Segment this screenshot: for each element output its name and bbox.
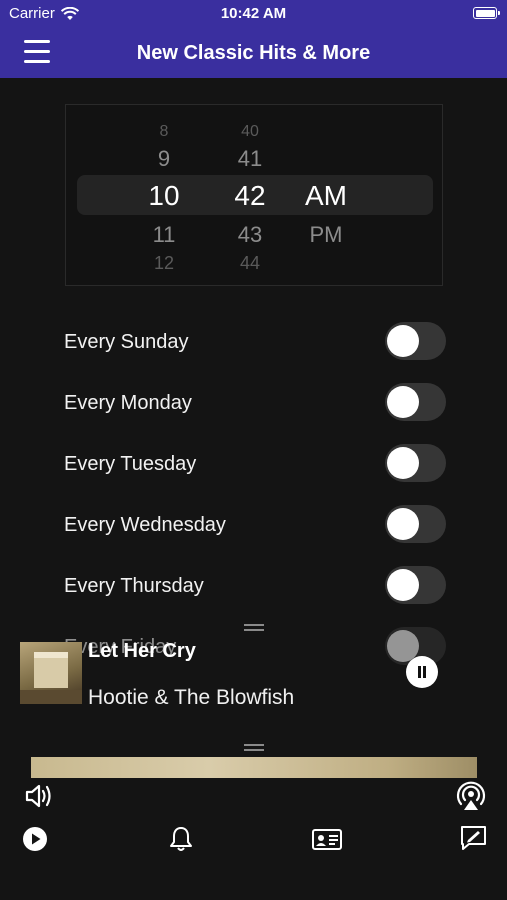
nav-bar: New Classic Hits & More xyxy=(0,28,507,78)
drag-handle-icon[interactable] xyxy=(244,744,264,751)
toggle-row-sunday: Every Sunday xyxy=(0,311,507,372)
minute-option[interactable]: 44 xyxy=(222,253,278,274)
minute-option-selected[interactable]: 42 xyxy=(222,180,278,212)
toggle-label: Every Tuesday xyxy=(64,453,197,475)
period-option-selected[interactable]: AM xyxy=(296,180,356,212)
period-wheel[interactable]: AM PM xyxy=(296,105,356,285)
contact-card-icon[interactable] xyxy=(312,827,342,851)
toggle-label: Every Sunday xyxy=(64,331,189,353)
play-tab-icon[interactable] xyxy=(22,826,48,852)
tuesday-toggle[interactable] xyxy=(385,444,446,482)
artist-name: Hootie & The Blowfish xyxy=(88,686,295,709)
hour-option[interactable]: 9 xyxy=(136,146,192,172)
monday-toggle[interactable] xyxy=(385,383,446,421)
toggle-row-thursday: Every Thursday xyxy=(0,555,507,616)
wednesday-toggle[interactable] xyxy=(385,505,446,543)
song-title: Let Her Cry xyxy=(88,640,196,662)
thursday-toggle[interactable] xyxy=(385,566,446,604)
album-art[interactable] xyxy=(20,642,82,704)
period-option[interactable]: PM xyxy=(296,222,356,248)
toggle-label: Every Wednesday xyxy=(64,514,226,536)
alarm-bell-icon[interactable] xyxy=(169,826,193,852)
pause-icon[interactable] xyxy=(406,656,438,688)
toggle-row-tuesday: Every Tuesday xyxy=(0,433,507,494)
hour-option[interactable]: 12 xyxy=(136,253,192,274)
airplay-icon[interactable] xyxy=(455,780,487,812)
toggle-label: Every Thursday xyxy=(64,575,204,597)
minute-option[interactable]: 41 xyxy=(222,146,278,172)
speaker-icon[interactable] xyxy=(24,781,54,811)
hour-option[interactable]: 11 xyxy=(136,222,192,248)
hour-option[interactable]: 8 xyxy=(136,123,192,141)
status-time: 10:42 AM xyxy=(220,5,287,22)
message-icon[interactable] xyxy=(460,825,487,851)
battery-icon xyxy=(473,7,500,19)
time-picker[interactable]: 8 9 10 11 12 40 41 42 43 44 AM PM xyxy=(65,104,443,286)
minute-option[interactable]: 43 xyxy=(222,222,278,248)
now-playing-bar[interactable]: Let Her Cry Hootie & The Blowfish xyxy=(0,620,507,740)
minute-option[interactable]: 40 xyxy=(222,123,278,141)
sunday-toggle[interactable] xyxy=(385,322,446,360)
hour-option-selected[interactable]: 10 xyxy=(136,180,192,212)
toggle-row-wednesday: Every Wednesday xyxy=(0,494,507,555)
hour-wheel[interactable]: 8 9 10 11 12 xyxy=(136,105,192,285)
status-bar: Carrier 10:42 AM xyxy=(0,0,507,28)
toggle-label: Every Monday xyxy=(64,392,192,414)
page-title: New Classic Hits & More xyxy=(136,42,371,64)
toggle-row-monday: Every Monday xyxy=(0,372,507,433)
album-art-banner xyxy=(31,757,477,778)
minute-wheel[interactable]: 40 41 42 43 44 xyxy=(222,105,278,285)
